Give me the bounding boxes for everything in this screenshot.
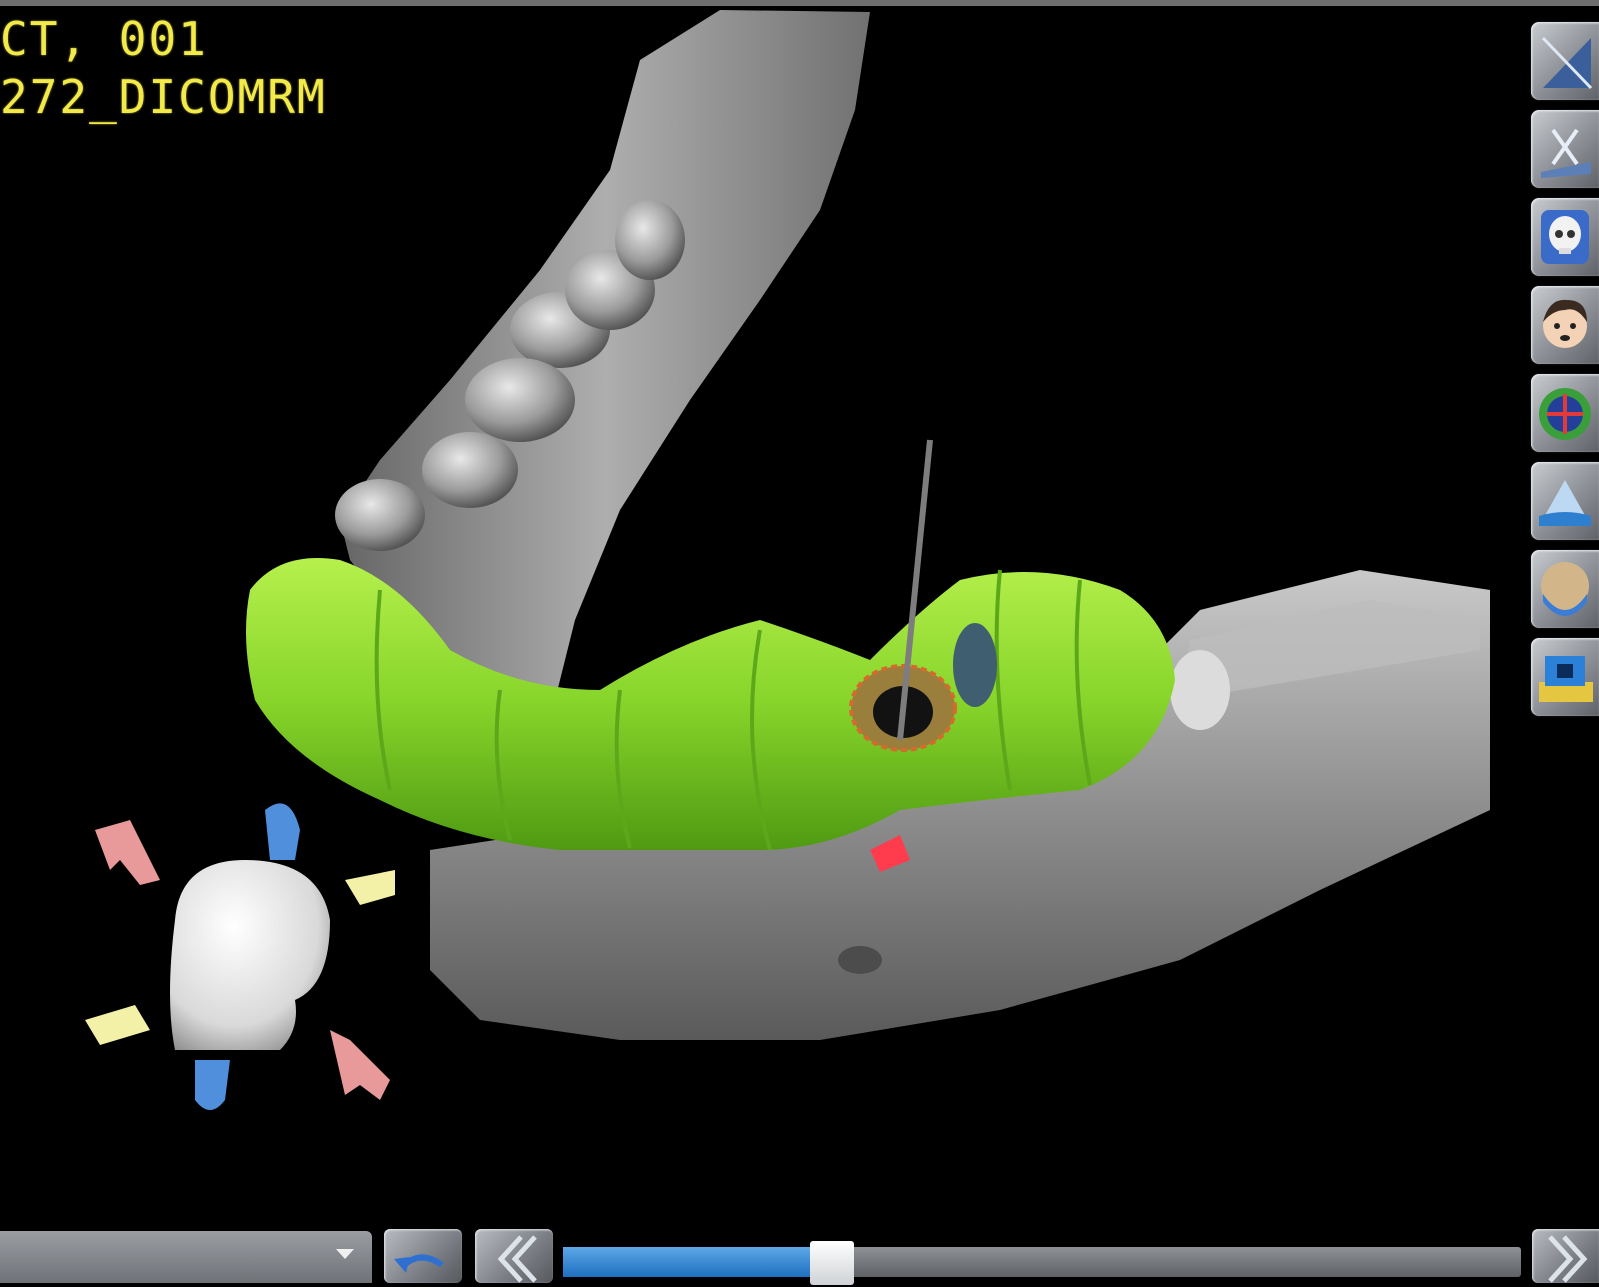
rotate-up-arrow-icon[interactable] bbox=[265, 803, 300, 860]
arch-view-tool[interactable] bbox=[1531, 550, 1599, 628]
rotate-down-arrow-icon[interactable] bbox=[195, 1060, 230, 1110]
implant-library-tool[interactable] bbox=[1531, 638, 1599, 716]
slice-plane-icon bbox=[1541, 36, 1593, 90]
series-name-label: 272_DICOMRM bbox=[0, 70, 327, 124]
face-icon bbox=[1543, 299, 1587, 348]
skull-view-tool[interactable] bbox=[1531, 198, 1599, 276]
rotate-right-arrow-icon[interactable] bbox=[330, 1030, 390, 1100]
next-button[interactable] bbox=[1532, 1229, 1599, 1283]
scissors-plane-icon bbox=[1541, 128, 1591, 178]
orientation-widget[interactable] bbox=[85, 803, 395, 1110]
rotate-ccw-arrow-icon[interactable] bbox=[85, 1005, 150, 1045]
chevron-down-icon bbox=[336, 1249, 354, 1259]
face-view-tool[interactable] bbox=[1531, 286, 1599, 364]
bottom-toolbar bbox=[0, 1225, 1599, 1285]
slider-handle[interactable] bbox=[810, 1241, 855, 1285]
chevron-right-icon bbox=[1548, 1235, 1588, 1283]
nerve-ring-icon bbox=[1539, 388, 1591, 440]
undo-icon bbox=[394, 1254, 444, 1273]
study-id-label: CT, 001 bbox=[0, 12, 208, 66]
undo-button[interactable] bbox=[384, 1229, 462, 1283]
nerve-tool[interactable] bbox=[1531, 374, 1599, 452]
3d-viewport[interactable] bbox=[0, 0, 1520, 1225]
slider-fill bbox=[563, 1247, 813, 1277]
bone-density-tool[interactable] bbox=[1531, 462, 1599, 540]
view-mode-dropdown[interactable] bbox=[0, 1231, 372, 1283]
upper-jaw-bone bbox=[335, 10, 870, 700]
slice-plane-tool[interactable] bbox=[1531, 22, 1599, 100]
chevron-left-icon bbox=[497, 1235, 537, 1283]
mountain-icon bbox=[1539, 480, 1591, 526]
previous-button[interactable] bbox=[475, 1229, 553, 1283]
rotate-left-arrow-icon[interactable] bbox=[95, 820, 160, 885]
skull-icon bbox=[1541, 210, 1589, 264]
rotate-cw-arrow-icon[interactable] bbox=[345, 870, 395, 905]
slice-slider[interactable] bbox=[563, 1241, 1521, 1285]
arch-icon bbox=[1541, 562, 1589, 616]
cut-tool[interactable] bbox=[1531, 110, 1599, 188]
implant-box-icon bbox=[1539, 656, 1593, 702]
